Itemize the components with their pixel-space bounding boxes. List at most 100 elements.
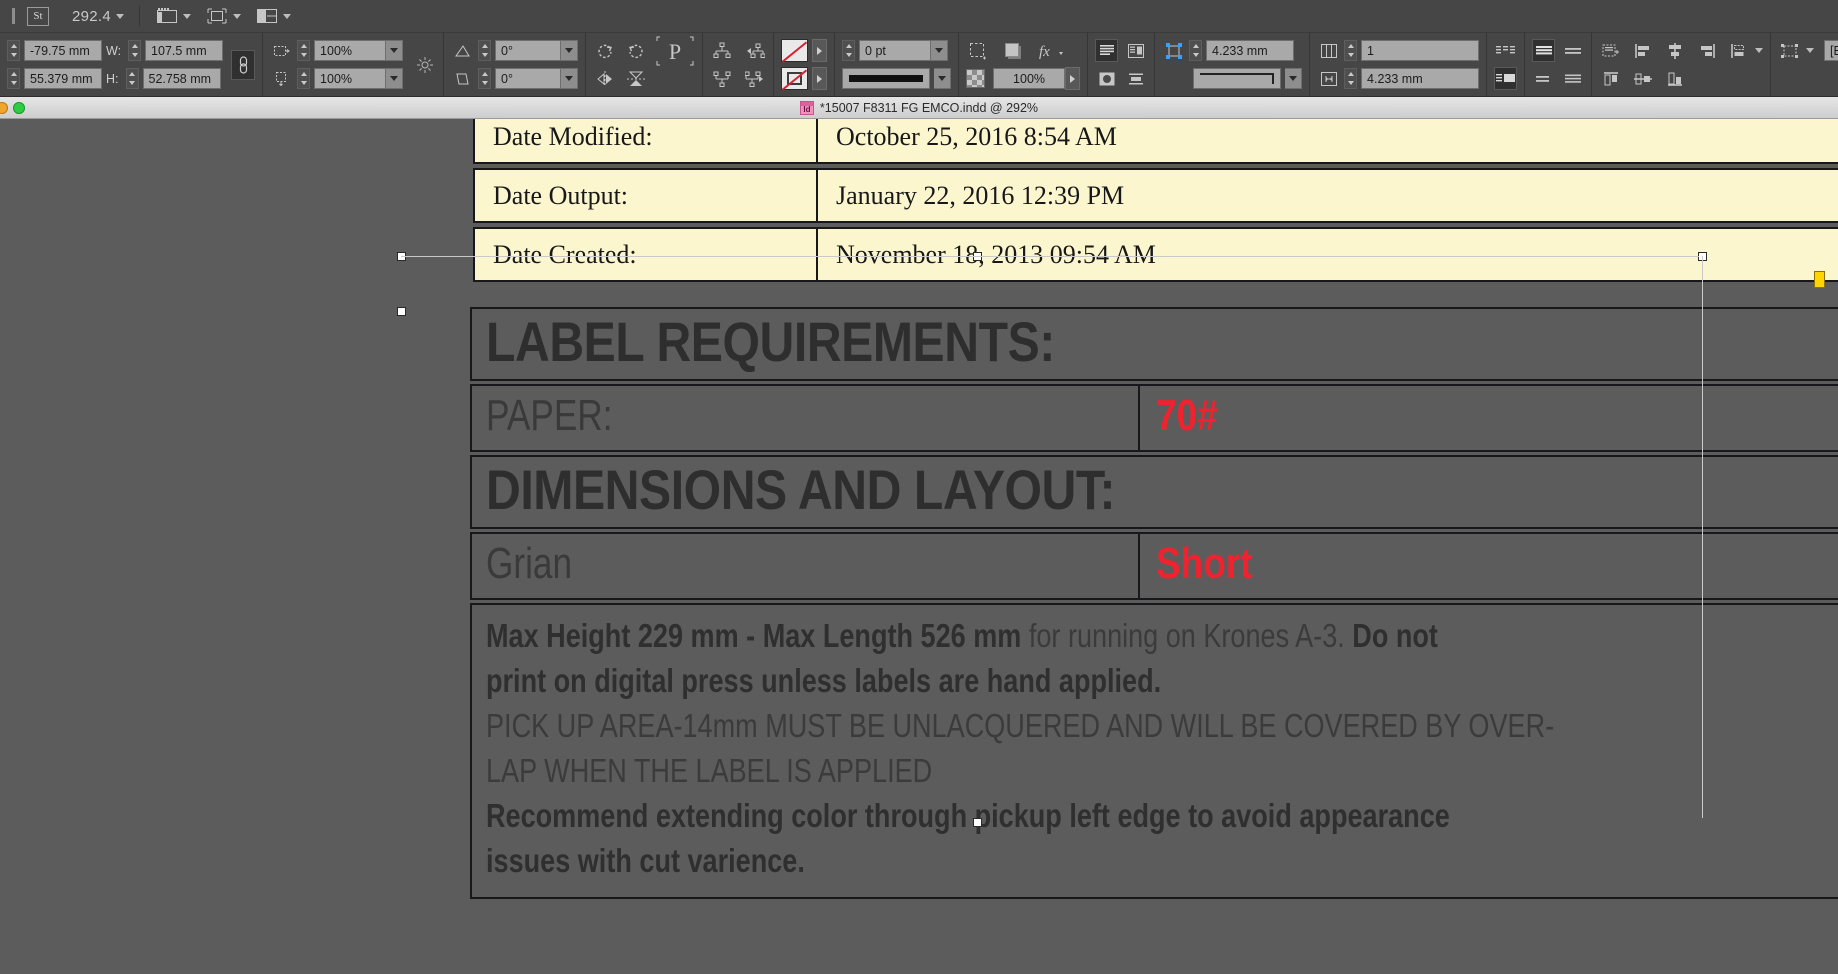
zoom-window-button[interactable] [13,101,25,114]
height-stepper[interactable] [125,68,139,89]
align-vertical-centers-icon[interactable] [1631,67,1654,90]
rotation-dropdown-icon[interactable] [561,40,579,61]
anchored-object-icon[interactable] [1599,39,1622,62]
align-horizontal-centers-icon[interactable] [1663,39,1686,62]
columns-input[interactable]: 1 [1361,40,1480,61]
stroke-style-preview[interactable] [842,68,931,89]
rotation-input[interactable]: 0° [495,40,562,61]
balance-columns-icon[interactable] [1494,39,1517,62]
align-to-chevron-down-icon[interactable] [1755,48,1764,53]
rotate-clockwise-icon[interactable] [593,39,616,62]
stroke-settings-group: 0 pt [835,33,960,96]
y-stepper[interactable] [7,68,20,89]
view-screen-mode-icon[interactable] [155,5,178,28]
corner-radius-handle[interactable] [1814,271,1825,288]
height-input[interactable]: 52.758 mm [142,68,221,89]
align-justify-all-icon[interactable] [1532,39,1556,62]
gutter-stepper[interactable] [1344,68,1358,89]
object-style-select[interactable]: [Basic Text Frame] [1824,40,1838,61]
align-top-edges-icon[interactable] [1599,67,1622,90]
align-to-selection-icon[interactable] [1727,39,1750,62]
view-options-icon[interactable] [205,5,228,28]
align-right-edges-icon[interactable] [1695,39,1718,62]
opacity-input[interactable]: 100% [993,68,1066,89]
rotate-counterclockwise-icon[interactable] [624,39,647,62]
fill-color-dropdown-icon[interactable] [812,39,828,62]
document-canvas[interactable]: Date Modified: October 25, 2016 8:54 AM … [0,119,1838,974]
info-value: October 25, 2016 8:54 AM [836,121,1117,151]
minimize-button[interactable] [0,101,8,114]
width-stepper[interactable] [128,40,142,61]
opacity-dropdown-icon[interactable] [1065,67,1081,90]
align-left-edges-icon[interactable] [1631,39,1654,62]
selection-handle-bottom-center[interactable] [973,818,982,827]
x-stepper[interactable] [7,40,20,61]
align-columns-icon[interactable] [1124,39,1147,62]
constrain-scale-icon[interactable] [413,53,436,76]
stroke-color-swatch[interactable] [781,67,809,90]
width-input[interactable]: 107.5 mm [145,40,224,61]
stroke-style-dropdown-icon[interactable] [934,68,952,89]
view-options-chevron-down-icon[interactable] [233,13,242,19]
select-content-icon[interactable] [710,67,733,90]
object-style-icon[interactable] [1778,39,1801,62]
align-center-icon[interactable] [1561,67,1584,90]
selection-handle-middle-left[interactable] [397,307,406,316]
scale-x-dropdown-icon[interactable] [386,40,404,61]
zoom-chevron-down-icon[interactable] [116,13,125,19]
corner-options-icon[interactable] [966,39,989,62]
align-top-icon[interactable] [1095,39,1119,62]
scale-y-dropdown-icon[interactable] [386,68,404,89]
stroke-weight-stepper[interactable] [842,40,856,61]
stroke-weight-input[interactable]: 0 pt [859,40,932,61]
stroke-color-dropdown-icon[interactable] [812,67,828,90]
rotation-stepper[interactable] [478,40,492,61]
transparency-icon[interactable] [966,69,986,88]
control-bar: St 292.4 -79.75 mm W: 107.5 mm 55.379 mm… [0,0,1838,97]
flip-vertical-icon[interactable] [624,67,647,90]
x-position-input[interactable]: -79.75 mm [24,40,102,61]
scale-y-input[interactable]: 100% [314,68,387,89]
document-tab[interactable]: Id *15007 F8311 FG EMCO.indd @ 292% [799,100,1038,115]
inset-input[interactable]: 4.233 mm [1206,40,1295,61]
align-justify-last-left-icon[interactable] [1561,39,1584,62]
drop-shadow-icon[interactable] [1001,39,1024,62]
dimensions-heading: DIMENSIONS AND LAYOUT: [486,458,1116,521]
object-style-chevron-down-icon[interactable] [1806,48,1815,53]
shear-input[interactable]: 0° [495,68,562,89]
y-position-input[interactable]: 55.379 mm [24,68,102,89]
effects-fx-icon[interactable]: fx [1036,39,1066,62]
align-center-vertical-icon[interactable] [1095,67,1118,90]
span-columns-icon[interactable] [1494,67,1518,90]
columns-stepper[interactable] [1344,40,1358,61]
align-bottom-edges-icon[interactable] [1663,67,1686,90]
scale-x-input[interactable]: 100% [314,40,387,61]
inset-spacing-icon[interactable] [1162,39,1185,62]
shear-dropdown-icon[interactable] [561,68,579,89]
zoom-level-value[interactable]: 292.4 [72,8,111,25]
corner-shape-dropdown-icon[interactable] [1285,68,1303,89]
screen-mode-chevron-down-icon[interactable] [183,13,192,19]
shear-stepper[interactable] [478,68,492,89]
scale-x-stepper[interactable] [297,40,311,61]
paper-label: PAPER: [486,391,613,440]
flip-horizontal-icon[interactable] [593,67,616,90]
stroke-weight-dropdown-icon[interactable] [931,40,949,61]
corner-shape-preview[interactable] [1193,68,1282,89]
fill-color-swatch[interactable] [781,39,809,62]
inset-stepper[interactable] [1189,40,1203,61]
align-left-icon[interactable] [1532,67,1555,90]
select-previous-object-icon[interactable] [743,39,766,62]
preview-p-icon[interactable]: P [655,32,695,70]
constrain-proportions-chain-icon[interactable] [231,49,256,80]
select-next-object-icon[interactable] [743,67,766,90]
gutter-input[interactable]: 4.233 mm [1361,68,1480,89]
style-badge[interactable]: St [27,6,49,26]
arrange-chevron-down-icon[interactable] [283,13,292,19]
scale-y-stepper[interactable] [297,68,311,89]
select-container-icon[interactable] [710,39,733,62]
fill-stroke-group [774,33,836,96]
arrange-documents-icon[interactable] [255,5,278,28]
align-bottom-icon[interactable] [1124,67,1147,90]
label-requirements-block[interactable]: LABEL REQUIREMENTS: PAPER: 70# DIMENSION… [470,307,1838,899]
